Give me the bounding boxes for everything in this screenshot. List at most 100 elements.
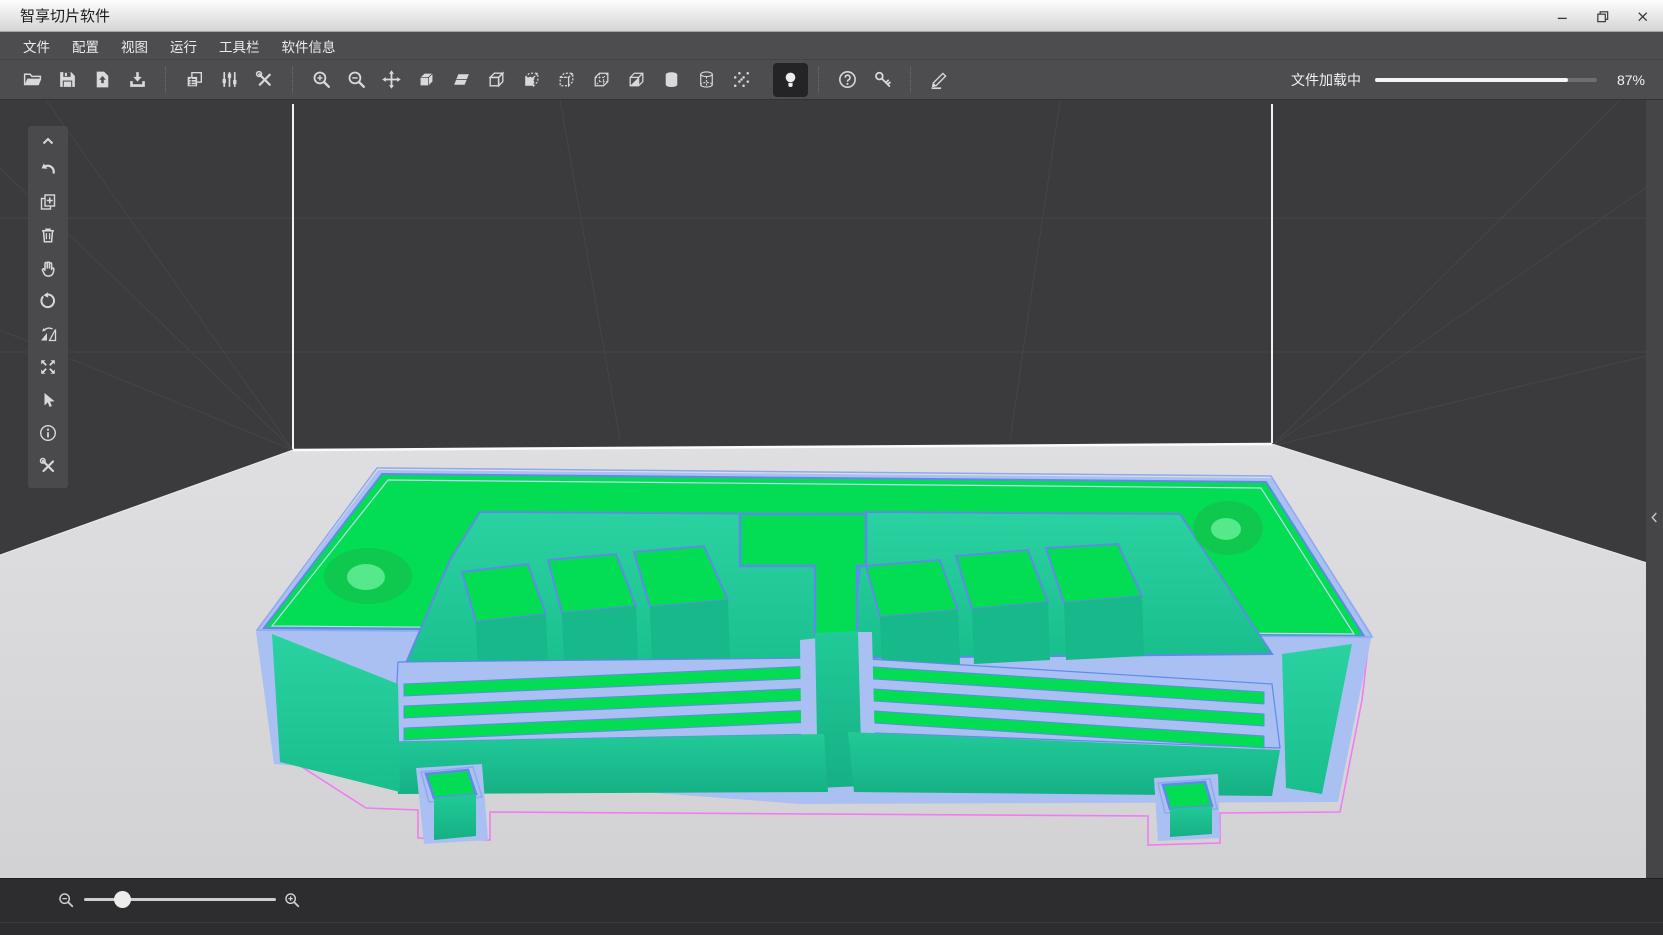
zoom-in-button[interactable] <box>283 891 301 909</box>
toolbar-export-model-button[interactable] <box>120 63 155 97</box>
progress-bar-fill <box>1375 78 1568 82</box>
move-view-icon <box>381 69 402 90</box>
tool-delete-button[interactable] <box>28 218 68 251</box>
help-icon <box>837 69 858 90</box>
menu-software-info[interactable]: 软件信息 <box>271 32 347 59</box>
toolbar-view-points-button[interactable] <box>724 63 759 97</box>
toolbar-machine-button[interactable] <box>177 63 212 97</box>
save-icon <box>57 69 78 90</box>
toolbar-zoom-out-button[interactable] <box>339 63 374 97</box>
left-small-cube[interactable] <box>416 764 488 844</box>
toolbar-zoom-in-button[interactable] <box>304 63 339 97</box>
left-screw-boss <box>324 548 412 604</box>
chevron-left-icon <box>1647 510 1662 525</box>
scale-icon <box>38 357 58 377</box>
application-window: 智享切片软件 文件配置视图运行工具栏软件信息 文件加载中 87% <box>0 0 1663 935</box>
tool-select-button[interactable] <box>28 383 68 416</box>
left-vent-slots <box>394 658 824 742</box>
toolbar-view-edges-button[interactable] <box>479 63 514 97</box>
menu-toolbar[interactable]: 工具栏 <box>208 32 271 59</box>
expand-panel-button[interactable] <box>1647 510 1662 530</box>
toolbar-annotate-button[interactable] <box>922 63 957 97</box>
close-button[interactable] <box>1629 4 1655 28</box>
toolbar-move-view-button[interactable] <box>374 63 409 97</box>
toolbar-view-cutaway-button[interactable] <box>619 63 654 97</box>
toolbar-view-wire-b-button[interactable] <box>549 63 584 97</box>
view-wire-b-icon <box>556 69 577 90</box>
file-loading-progress: 文件加载中 87% <box>1291 60 1645 100</box>
repair-tools-icon <box>38 456 58 476</box>
zoom-slider-track[interactable] <box>84 898 276 901</box>
view-sheet-icon <box>451 69 472 90</box>
toolbar-view-cylinder-button[interactable] <box>654 63 689 97</box>
undo-icon <box>38 159 58 179</box>
sliced-model[interactable] <box>256 468 1372 804</box>
view-edges-icon <box>486 69 507 90</box>
menu-view[interactable]: 视图 <box>110 32 159 59</box>
toolbar-tools-button[interactable] <box>247 63 282 97</box>
progress-percent: 87% <box>1611 72 1645 88</box>
tool-model-info-button[interactable] <box>28 416 68 449</box>
view-cutaway-icon <box>626 69 647 90</box>
right-raised-blocks <box>866 544 1144 668</box>
tool-repair-tools-button[interactable] <box>28 449 68 482</box>
zoom-in-icon <box>311 69 332 90</box>
menu-file[interactable]: 文件 <box>12 32 61 59</box>
toolbar-help-button[interactable] <box>830 63 865 97</box>
parameters-icon <box>219 69 240 90</box>
toolbar-open-button[interactable] <box>15 63 50 97</box>
progress-bar <box>1375 78 1597 82</box>
tool-pan-button[interactable] <box>28 251 68 284</box>
tool-chevron-up-button[interactable] <box>28 130 68 152</box>
toolbar-parameters-button[interactable] <box>212 63 247 97</box>
chevron-up-icon <box>38 131 58 151</box>
tools-icon <box>254 69 275 90</box>
zoom-out-button[interactable] <box>57 891 75 909</box>
window-title: 智享切片软件 <box>20 5 110 26</box>
view-solid-icon <box>416 69 437 90</box>
view-wire-a-icon <box>521 69 542 90</box>
main-toolbar: 文件加载中 87% <box>0 60 1663 100</box>
tool-rotate-button[interactable] <box>28 284 68 317</box>
toolbar-key-button[interactable] <box>865 63 900 97</box>
model-tool-panel <box>28 126 68 488</box>
toggle-light-icon <box>780 69 801 90</box>
view-points-icon <box>731 69 752 90</box>
bottom-divider <box>0 922 1663 923</box>
window-controls <box>1549 0 1655 32</box>
zoom-slider-handle[interactable] <box>114 891 131 908</box>
import-model-icon <box>92 69 113 90</box>
toolbar-view-wire-c-button[interactable] <box>584 63 619 97</box>
tool-scale-button[interactable] <box>28 350 68 383</box>
menu-run[interactable]: 运行 <box>159 32 208 59</box>
window-minimize-icon <box>1555 9 1570 24</box>
tool-undo-button[interactable] <box>28 152 68 185</box>
restore-button[interactable] <box>1589 4 1615 28</box>
zoom-out-icon <box>57 891 75 909</box>
open-icon <box>22 69 43 90</box>
toolbar-save-button[interactable] <box>50 63 85 97</box>
delete-icon <box>38 225 58 245</box>
toolbar-view-solid-button[interactable] <box>409 63 444 97</box>
toolbar-view-wire-a-button[interactable] <box>514 63 549 97</box>
toolbar-toggle-light-button[interactable] <box>773 63 808 97</box>
model-info-icon <box>38 423 58 443</box>
toolbar-import-model-button[interactable] <box>85 63 120 97</box>
viewport-grid <box>0 100 1663 450</box>
export-model-icon <box>127 69 148 90</box>
select-icon <box>38 390 58 410</box>
right-small-cube[interactable] <box>1154 774 1220 841</box>
annotate-icon <box>929 69 950 90</box>
tool-duplicate-button[interactable] <box>28 185 68 218</box>
viewport-3d[interactable] <box>0 100 1663 878</box>
menu-config[interactable]: 配置 <box>61 32 110 59</box>
toolbar-view-sheet-button[interactable] <box>444 63 479 97</box>
tool-mirror-button[interactable] <box>28 317 68 350</box>
toolbar-separator <box>165 67 167 93</box>
toolbar-separator <box>818 67 820 93</box>
minimize-button[interactable] <box>1549 4 1575 28</box>
toolbar-view-cylinder-wire-button[interactable] <box>689 63 724 97</box>
zoom-in-icon <box>283 891 301 909</box>
title-bar: 智享切片软件 <box>0 0 1663 32</box>
zoom-out-icon <box>346 69 367 90</box>
